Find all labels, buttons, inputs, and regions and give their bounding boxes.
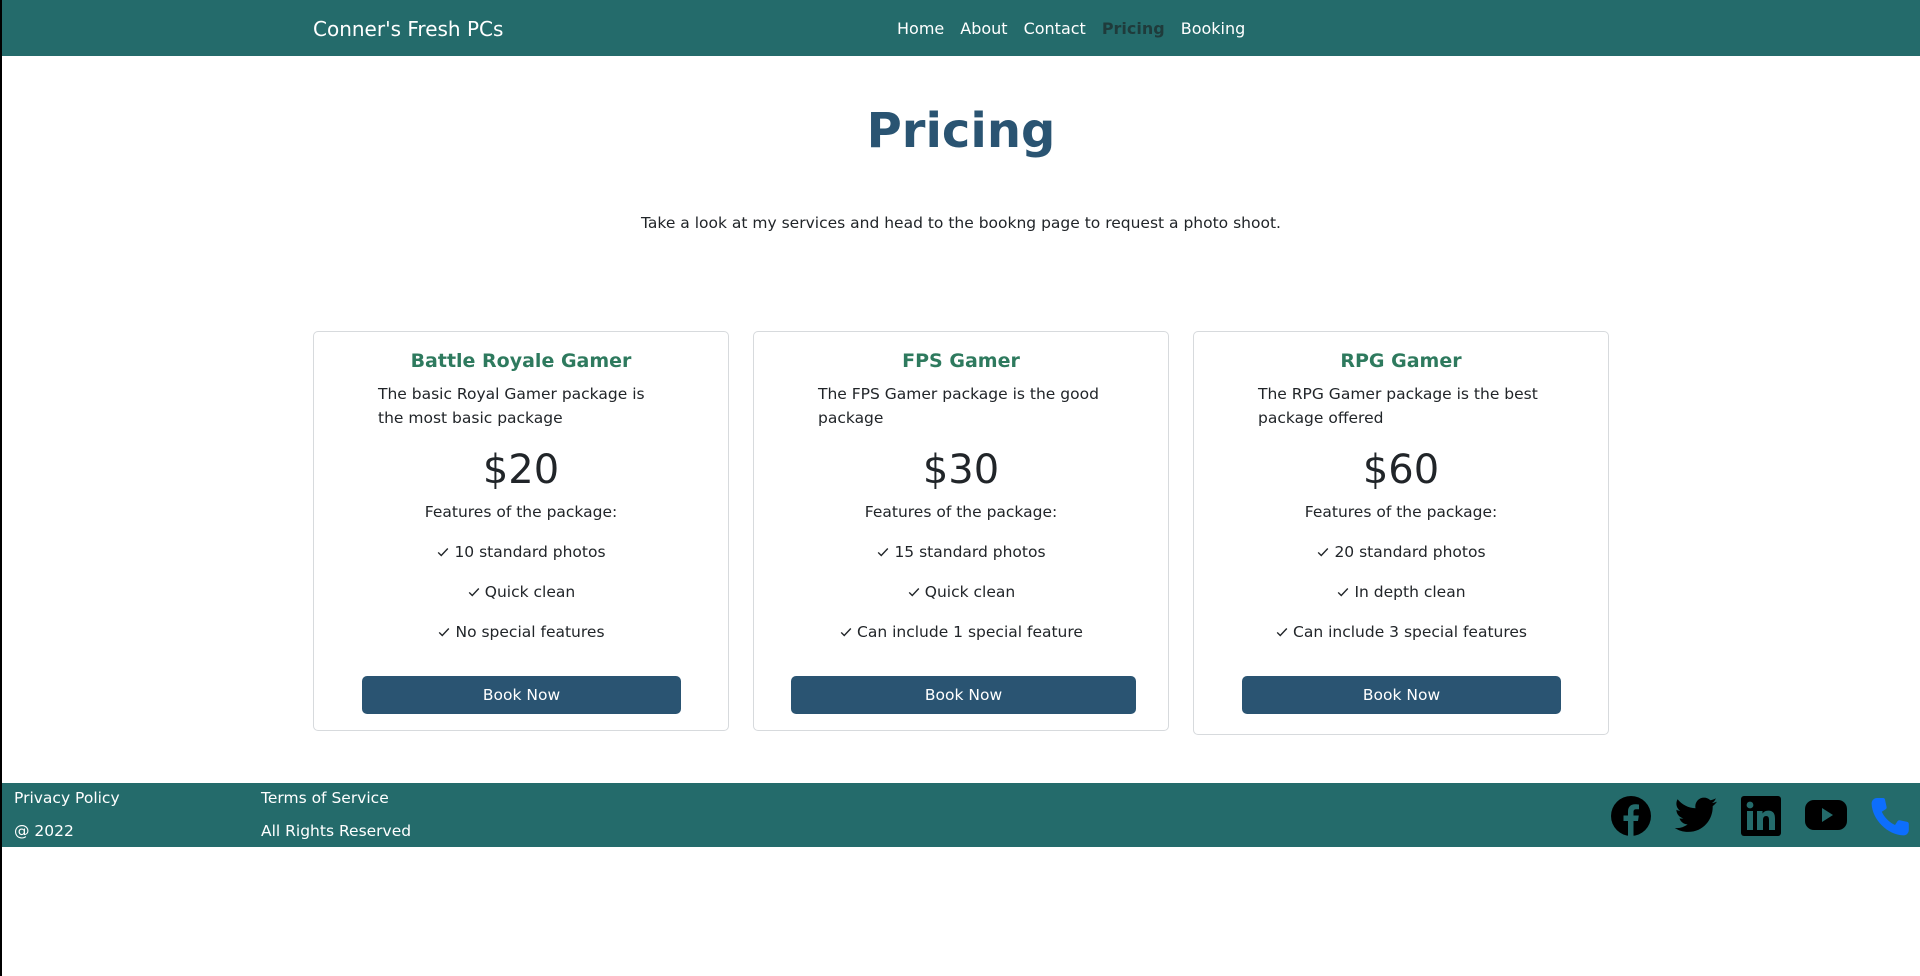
card-title: FPS Gamer [902,350,1020,372]
navbar: Conner's Fresh PCs Home About Contact Pr… [2,0,1920,56]
phone-icon[interactable] [1868,795,1912,839]
twitter-icon[interactable] [1674,797,1718,835]
linkedin-icon[interactable] [1740,795,1782,837]
feature-item: In depth clean [1194,583,1608,601]
terms-of-service-link[interactable]: Terms of Service [261,789,389,807]
copyright-text: @ 2022 [14,822,74,840]
nav-contact[interactable]: Contact [1024,19,1086,38]
card-price: $60 [1362,447,1440,493]
card-description: The FPS Gamer package is the good packag… [818,385,1099,427]
feature-label: 15 standard photos [894,543,1046,561]
pricing-card-fps: FPS Gamer The FPS Gamer package is the g… [753,331,1169,731]
feature-label: No special features [455,623,605,641]
page-lead: Take a look at my services and head to t… [641,214,1281,232]
card-price: $30 [922,447,1000,493]
nav-about[interactable]: About [960,19,1007,38]
card-description: The basic Royal Gamer package is the mos… [378,385,645,427]
nav-pricing[interactable]: Pricing [1102,19,1165,38]
check-icon [878,548,889,557]
main-nav: Home About Contact Pricing Booking [897,19,1245,38]
pricing-card-rpg: RPG Gamer The RPG Gamer package is the b… [1193,331,1609,735]
check-icon [1318,548,1329,557]
feature-label: Can include 1 special feature [857,623,1083,641]
book-now-button[interactable]: Book Now [1242,676,1561,714]
card-description: The RPG Gamer package is the best packag… [1258,385,1538,427]
facebook-icon[interactable] [1610,795,1652,837]
features-title: Features of the package: [1304,503,1498,521]
feature-item: Quick clean [754,583,1168,601]
nav-booking[interactable]: Booking [1181,19,1246,38]
feature-item: No special features [314,623,728,641]
pricing-card-battle-royale: Battle Royale Gamer The basic Royal Game… [313,331,729,731]
feature-item: Can include 3 special features [1194,623,1608,641]
book-now-button[interactable]: Book Now [791,676,1136,714]
check-icon [1338,588,1349,597]
brand-link[interactable]: Conner's Fresh PCs [313,17,503,41]
rights-reserved-text: All Rights Reserved [261,822,412,840]
youtube-icon[interactable] [1804,798,1848,832]
card-price: $20 [482,447,560,493]
feature-item: Can include 1 special feature [754,623,1168,641]
footer: Privacy Policy @ 2022 Terms of Service A… [2,783,1920,847]
feature-label: 20 standard photos [1334,543,1486,561]
check-icon [840,628,852,637]
feature-item: 10 standard photos [314,543,728,561]
feature-label: Quick clean [924,583,1016,601]
feature-label: Can include 3 special features [1293,623,1527,641]
nav-home[interactable]: Home [897,19,944,38]
features-title: Features of the package: [424,503,618,521]
card-title: RPG Gamer [1340,350,1462,372]
feature-label: In depth clean [1354,583,1466,601]
book-now-button[interactable]: Book Now [362,676,681,714]
card-title: Battle Royale Gamer [410,350,632,372]
check-icon [468,588,480,597]
privacy-policy-link[interactable]: Privacy Policy [14,789,120,807]
check-icon [908,588,920,597]
check-icon [438,548,449,557]
feature-item: 15 standard photos [754,543,1168,561]
feature-item: 20 standard photos [1194,543,1608,561]
page-title: Pricing [866,103,1056,159]
features-title: Features of the package: [864,503,1058,521]
check-icon [1276,628,1288,637]
feature-label: 10 standard photos [454,543,606,561]
check-icon [439,628,450,637]
feature-item: Quick clean [314,583,728,601]
feature-label: Quick clean [484,583,576,601]
